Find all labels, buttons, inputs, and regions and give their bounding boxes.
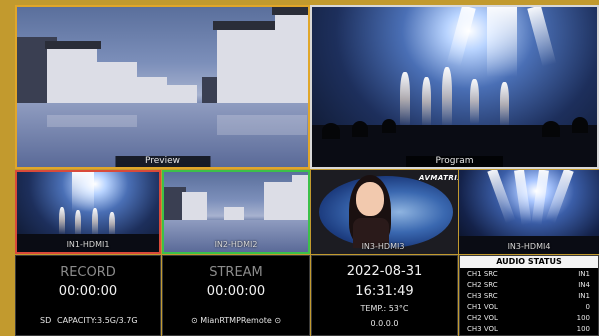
stream-remote: ⊙ MianRTMPRemote ⊙	[190, 316, 282, 325]
audio-status-title: AUDIO STATUS	[460, 256, 598, 268]
audio-row: CH1 VOL 0	[467, 303, 590, 311]
sd-label: SD	[40, 316, 52, 325]
sd-capacity: CAPACITY:3.5G/3.7G	[57, 316, 138, 325]
stream-status-panel: STREAM 00:00:00 ⊙ MianRTMPRemote ⊙	[162, 255, 310, 336]
record-status-panel: RECORD 00:00:00 SD CAPACITY:3.5G/3.7G	[15, 255, 161, 336]
audio-row: CH3 VOL 100	[467, 325, 590, 333]
stream-title: STREAM	[209, 265, 263, 280]
audio-row: CH2 SRC IN4	[467, 281, 590, 289]
input-4-label: IN3-HDMI4	[507, 242, 551, 251]
preview-view[interactable]: Preview	[15, 5, 310, 169]
audio-row: CH1 SRC IN1	[467, 270, 590, 278]
avmatrix-logo: AVMATRIX	[419, 174, 458, 182]
input-3-label: IN3-HDMI3	[361, 242, 405, 251]
stream-timer: 00:00:00	[206, 284, 266, 299]
program-video	[312, 7, 597, 167]
system-status-panel: 2022-08-31 16:31:49 TEMP.: 53°C 0.0.0.0	[311, 255, 458, 336]
audio-row: CH2 VOL 100	[467, 314, 590, 322]
input-view-1[interactable]: IN1-HDMI1	[15, 170, 161, 254]
program-view[interactable]: Program	[310, 5, 599, 169]
system-date: 2022-08-31	[346, 264, 423, 279]
input-view-3[interactable]: AVMATRIX IN3-HDMI3	[311, 170, 458, 254]
record-timer: 00:00:00	[58, 284, 118, 299]
ip-address: 0.0.0.0	[370, 319, 399, 328]
input-1-label: IN1-HDMI1	[66, 240, 110, 249]
preview-video	[17, 7, 308, 167]
record-title: RECORD	[60, 265, 116, 280]
input-2-label: IN2-HDMI2	[214, 240, 258, 249]
system-clock: 16:31:49	[355, 284, 414, 299]
program-label: Program	[405, 156, 504, 167]
audio-row: CH3 SRC IN1	[467, 292, 590, 300]
temperature: TEMP.: 53°C	[360, 304, 409, 313]
preview-label: Preview	[114, 156, 211, 167]
input-view-4[interactable]: IN3-HDMI4	[459, 170, 599, 254]
audio-status-panel: AUDIO STATUS CH1 SRC IN1 CH2 SRC IN4 CH3…	[459, 255, 599, 336]
input-view-2[interactable]: IN2-HDMI2	[162, 170, 310, 254]
